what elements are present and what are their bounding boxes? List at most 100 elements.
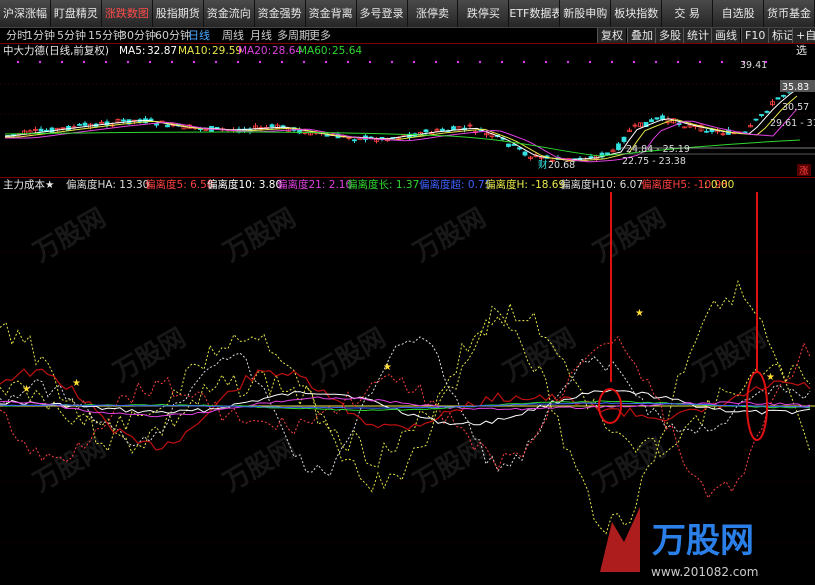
tick-dot <box>478 60 482 64</box>
indicator-field: 偏离度H10: 6.07 <box>560 178 643 192</box>
tick-dot <box>390 60 394 64</box>
watermark: 万股网 <box>29 433 112 498</box>
candle-body <box>77 123 82 126</box>
toolbar-right-button[interactable]: 叠加 <box>627 28 656 43</box>
signal-star: ★ <box>72 378 81 389</box>
field-sep: : <box>389 179 396 191</box>
toolbar-button[interactable]: 资金流向 <box>203 0 255 27</box>
period-tab[interactable]: 周线 <box>222 28 244 43</box>
toolbar-right-button[interactable]: 画线 <box>711 28 740 43</box>
period-tab[interactable]: 60分钟 <box>155 28 191 43</box>
watermark-text: 万股网 <box>409 433 492 498</box>
watermark-text: 万股网 <box>29 433 112 498</box>
toolbar-button[interactable]: 资金强势 <box>254 0 306 27</box>
toolbar-button[interactable]: 股指期货 <box>152 0 204 27</box>
candle-body <box>451 126 456 130</box>
toolbar-right-button[interactable]: +自选 <box>792 28 815 57</box>
indicator-chart[interactable]: 万股网 万股网 万股网 万股网万股网 万股网 万股网 万股网万股网 万股网 万股网 万股网★★★★… <box>0 192 815 585</box>
toolbar-button[interactable]: 盯盘精灵 <box>50 0 102 27</box>
indicator-field: 偏离度5: 6.58 <box>145 178 213 192</box>
candle-body <box>621 136 627 142</box>
watermark: 万股网 <box>109 323 192 388</box>
toolbar-button[interactable]: 沪深涨幅 <box>0 0 51 27</box>
tick-dot <box>632 60 636 64</box>
tick-dot <box>500 60 504 64</box>
indicator-field: : 0.00 <box>704 178 734 192</box>
watermark-text: 万股网 <box>29 203 112 268</box>
watermark: 万股网 <box>589 433 672 498</box>
tick-dot <box>38 60 42 64</box>
tick-dot <box>192 60 196 64</box>
toolbar-button[interactable]: 资金背离 <box>305 0 357 27</box>
period-tab[interactable]: 30分钟 <box>120 28 156 43</box>
toolbar-button[interactable]: 涨跌数图 <box>101 0 153 27</box>
toolbar-button[interactable]: 多号登录 <box>356 0 408 27</box>
high-price-label: 39.41 <box>740 60 767 71</box>
watermark-text: 万股网 <box>409 203 492 268</box>
logo-site: www.201082.com <box>651 565 758 579</box>
candle-body <box>154 123 159 126</box>
period-tab[interactable]: 1分钟 <box>26 28 55 43</box>
tick-dot <box>324 60 328 64</box>
toolbar-right-button[interactable]: 复权 <box>597 28 626 43</box>
period-tab[interactable]: 多周期 <box>277 28 310 43</box>
period-tab[interactable]: 更多 <box>309 28 331 43</box>
brand-logo: 万股网 www.201082.com <box>600 507 758 579</box>
tick-dot <box>610 60 614 64</box>
period-tab[interactable]: 分时 <box>6 28 28 43</box>
tick-dot <box>720 60 724 64</box>
candle-body <box>148 118 154 121</box>
watermark: 万股网 <box>219 203 302 268</box>
toolbar-button[interactable]: 新股申购 <box>560 0 612 27</box>
tick-dot <box>170 60 174 64</box>
candle-body <box>775 97 781 100</box>
tick-dot <box>82 60 86 64</box>
toolbar-button[interactable]: 涨停卖 <box>407 0 459 27</box>
field-sep: : <box>321 179 329 191</box>
candle-body <box>522 151 528 156</box>
tick-dot <box>104 60 108 64</box>
indicator-field: 偏离度21: 2.10 <box>277 178 352 192</box>
watermark-text: 万股网 <box>589 203 672 268</box>
watermark-text: 万股网 <box>499 323 582 388</box>
toolbar-right-button[interactable]: 多股 <box>655 28 684 43</box>
period-tab[interactable]: 5分钟 <box>57 28 86 43</box>
candle-body <box>165 124 170 128</box>
candle-body <box>324 134 330 137</box>
top-toolbar: 沪深涨幅 盯盘精灵 涨跌数图 股指期货 资金流向 资金强势 资金背离 多号登录 涨停卖 跌停买 ET… <box>0 0 815 28</box>
toolbar-right-button[interactable]: 统计 <box>683 28 712 43</box>
candle-body <box>214 126 220 129</box>
field-sep: : <box>461 179 468 191</box>
field-value: 0.00 <box>710 179 735 191</box>
field-sep: : <box>687 179 694 191</box>
toolbar-button[interactable]: 跌停买 <box>458 0 510 27</box>
field-label: 偏离度H5 <box>641 179 688 191</box>
watermark: 万股网 <box>689 323 772 388</box>
tick-dot <box>434 60 438 64</box>
toolbar-button[interactable]: 交 易 <box>662 0 714 27</box>
field-sep: : <box>704 179 711 191</box>
period-tab[interactable]: 15分钟 <box>88 28 124 43</box>
price-label: 29.61 - 31 <box>770 118 815 129</box>
candle-body <box>781 94 786 97</box>
indicator-field: 偏离度H: -18.69 <box>485 178 565 192</box>
period-tab[interactable]: 月线 <box>250 28 272 43</box>
watermark: 万股网 <box>589 203 672 268</box>
tick-dot <box>346 60 350 64</box>
watermark: 万股网 <box>409 433 492 498</box>
toolbar-right-button[interactable]: F10 <box>741 28 769 43</box>
toolbar-button[interactable]: 货币基金 <box>764 0 815 27</box>
toolbar-button[interactable]: 自选股 <box>713 0 765 27</box>
candle-body <box>704 130 709 133</box>
field-value: 6.07 <box>619 179 644 191</box>
h-deviation-line-2 <box>0 302 811 493</box>
tick-dot <box>16 60 20 64</box>
period-tab[interactable]: 日线 <box>188 28 210 43</box>
toolbar-button[interactable]: ETF数据表 <box>509 0 561 27</box>
toolbar-button[interactable]: 板块指数 <box>611 0 663 27</box>
limit-up-marker: 涨 <box>799 166 809 177</box>
price-chart[interactable]: 39.41 35.83 30.57 29.61 - 31 24.84 - 25.1922… <box>0 44 815 178</box>
candle-body <box>121 119 126 122</box>
candle-body <box>654 117 660 120</box>
watermark-text: 万股网 <box>309 323 392 388</box>
